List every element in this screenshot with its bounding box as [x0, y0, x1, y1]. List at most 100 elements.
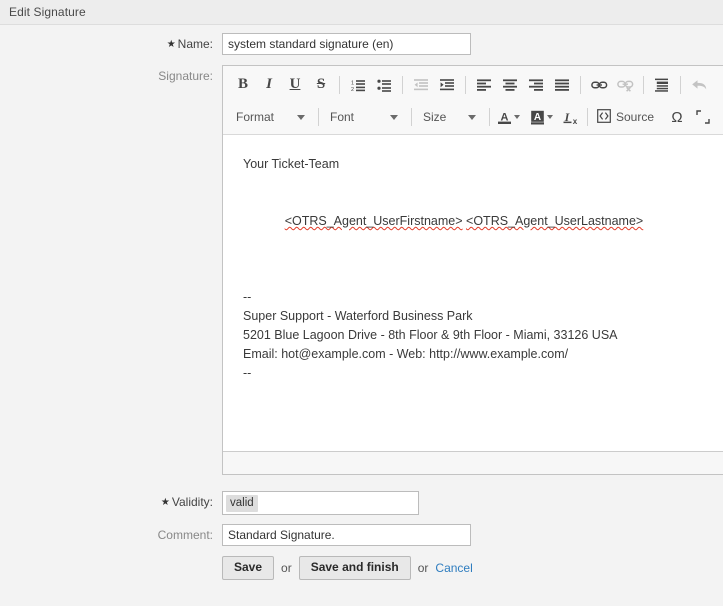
required-star-icon: ★: [166, 39, 176, 50]
chevron-down-icon: [297, 114, 305, 120]
toolbar-separator: [643, 75, 644, 94]
format-dropdown-label: Format: [236, 110, 275, 124]
increase-indent-icon[interactable]: [434, 73, 460, 97]
unlink-icon[interactable]: [612, 73, 638, 97]
signature-divider-top: --: [243, 290, 252, 304]
editor-status-bar: [223, 451, 723, 474]
rich-text-editor: B I U S 1 2 Format Font Size A A I x Sou…: [222, 65, 723, 475]
format-dropdown[interactable]: Format: [230, 105, 313, 129]
or-separator-1: or: [281, 561, 292, 575]
signature-contact: Email: hot@example.com - Web: http://www…: [243, 347, 569, 361]
validity-selected-value: valid: [226, 494, 258, 512]
svg-text:A: A: [533, 112, 540, 123]
svg-text:x: x: [572, 117, 577, 125]
toolbar-separator: [587, 108, 588, 126]
chevron-down-icon: [547, 115, 553, 119]
save-button[interactable]: Save: [222, 556, 275, 580]
omega-glyph: Ω: [671, 108, 683, 126]
name-label-text: Name:: [177, 37, 213, 51]
maximize-icon[interactable]: [690, 105, 716, 129]
blockquote-icon[interactable]: [649, 73, 675, 97]
background-color-button[interactable]: A: [528, 105, 553, 129]
chevron-down-icon: [514, 115, 520, 119]
signature-company: Super Support - Waterford Business Park: [243, 309, 473, 323]
required-star-icon: ★: [160, 497, 170, 508]
numbered-list-icon[interactable]: 1 2: [345, 73, 371, 97]
bulleted-list-icon[interactable]: [371, 73, 397, 97]
toolbar-separator: [489, 108, 490, 126]
cancel-link[interactable]: Cancel: [435, 561, 472, 575]
toolbar-separator: [339, 75, 340, 94]
comment-input[interactable]: [222, 524, 471, 546]
signature-content-area[interactable]: Your Ticket-Team <OTRS_Agent_UserFirstna…: [223, 135, 723, 451]
toolbar-separator: [580, 75, 581, 94]
validity-select[interactable]: valid: [222, 491, 419, 515]
signature-row: Signature: B I U S 1 2 Format Font Size …: [0, 65, 723, 475]
signature-divider-bottom: --: [243, 366, 252, 380]
svg-text:1: 1: [351, 80, 354, 86]
italic-icon[interactable]: I: [256, 73, 282, 97]
size-dropdown-label: Size: [423, 110, 447, 124]
name-label: ★ Name:: [0, 33, 222, 57]
editor-toolbar-row-2: Format Font Size A A I x Source Ω: [223, 101, 723, 133]
remove-format-icon[interactable]: I x: [560, 105, 582, 129]
svg-text:2: 2: [351, 87, 354, 92]
signature-form: ★Name: Signature: B I U S: [0, 25, 723, 580]
signature-tag-line: <OTRS_Agent_UserFirstname> <OTRS_Agent_U…: [243, 193, 723, 250]
or-separator-2: or: [417, 561, 429, 575]
source-icon: [597, 108, 611, 126]
signature-greeting: Your Ticket-Team: [243, 157, 340, 171]
editor-toolbar-row-1: B I U S 1 2: [223, 68, 723, 101]
signature-field-wrap: B I U S 1 2 Format Font Size A A I x Sou…: [222, 65, 723, 475]
align-left-icon[interactable]: [471, 73, 497, 97]
source-button-label: Source: [616, 110, 655, 124]
name-field-wrap: [222, 33, 723, 55]
font-dropdown[interactable]: Font: [324, 105, 406, 129]
align-right-icon[interactable]: [523, 73, 549, 97]
actions-row: Save or Save and finish or Cancel: [0, 554, 723, 580]
editor-toolbar: B I U S 1 2 Format Font Size A A I x Sou…: [223, 66, 723, 135]
text-color-button[interactable]: A: [495, 105, 520, 129]
bold-icon[interactable]: B: [230, 73, 256, 97]
signature-label: Signature:: [158, 69, 213, 83]
validity-label-text: Validity:: [171, 495, 213, 509]
signature-address: 5201 Blue Lagoon Drive - 8th Floor & 9th…: [243, 328, 618, 342]
validity-field-wrap: valid: [222, 491, 723, 515]
link-icon[interactable]: [586, 73, 612, 97]
otrs-lastname-tag: <OTRS_Agent_UserLastname>: [466, 214, 644, 228]
strikethrough-icon[interactable]: S: [308, 73, 334, 97]
special-character-icon[interactable]: Ω: [664, 105, 690, 129]
chevron-down-icon: [390, 114, 398, 120]
comment-label: Comment:: [157, 528, 213, 542]
name-row: ★ Name:: [0, 33, 723, 57]
chevron-down-icon: [468, 114, 476, 120]
page-title: Edit Signature: [9, 5, 86, 19]
toolbar-separator: [318, 108, 319, 126]
toolbar-separator: [680, 75, 681, 94]
bg-color-icon[interactable]: A: [528, 105, 546, 129]
comment-field-wrap: [222, 524, 723, 546]
size-dropdown[interactable]: Size: [417, 105, 484, 129]
actions-field-wrap: Save or Save and finish or Cancel: [222, 554, 723, 580]
undo-icon[interactable]: [686, 73, 712, 97]
action-buttons: Save or Save and finish or Cancel: [222, 556, 723, 580]
decrease-indent-icon[interactable]: [408, 73, 434, 97]
validity-row: ★ Validity: valid: [0, 491, 723, 515]
font-dropdown-label: Font: [330, 110, 355, 124]
window-header: Edit Signature: [0, 0, 723, 25]
source-button[interactable]: Source: [593, 105, 654, 129]
text-color-icon[interactable]: A: [495, 105, 513, 129]
align-center-icon[interactable]: [497, 73, 523, 97]
toolbar-separator: [411, 108, 412, 126]
underline-icon[interactable]: U: [282, 73, 308, 97]
comment-row: Comment:: [0, 524, 723, 546]
save-and-finish-button[interactable]: Save and finish: [298, 556, 411, 580]
toolbar-separator: [402, 75, 403, 94]
align-justify-icon[interactable]: [549, 73, 575, 97]
otrs-firstname-tag: <OTRS_Agent_UserFirstname>: [284, 214, 463, 228]
name-input[interactable]: [222, 33, 471, 55]
validity-label: ★ Validity:: [0, 491, 222, 515]
